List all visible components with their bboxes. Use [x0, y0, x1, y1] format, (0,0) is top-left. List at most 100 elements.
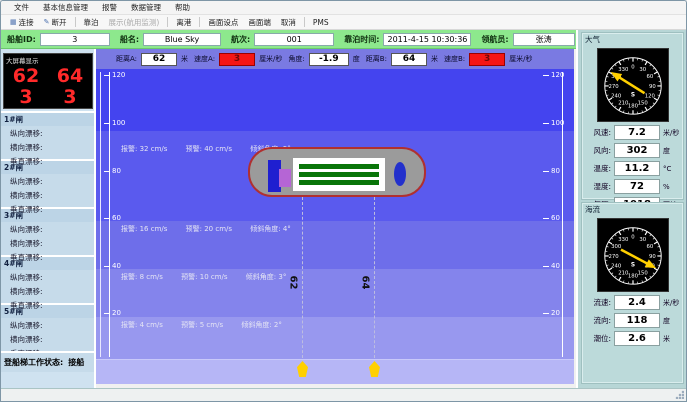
gangway-status-row: 登船梯工作状态: 接船 [1, 351, 94, 372]
toolbar-separator [75, 17, 76, 27]
zone-alarm: 报警: 4 cm/s [121, 321, 163, 329]
longitudinal-drift-label: 纵向漂移: [1, 318, 94, 332]
ship-name-field[interactable]: Blue Sky [143, 33, 221, 46]
humidity-value: 72 [614, 179, 660, 194]
longitudinal-drift-label: 纵向漂移: [1, 270, 94, 284]
svg-text:150: 150 [637, 101, 648, 107]
ship-id-field[interactable]: 3 [40, 33, 110, 46]
berth-time-field[interactable]: 2011-4-15 10:30:36 [383, 33, 471, 46]
current-direction-unit: 度 [663, 316, 670, 326]
speed-a-unit: 厘米/秒 [259, 54, 282, 64]
zone-thresholds-4: 报警: 4 cm/s 预警: 5 cm/s 倾斜角度: 2° [121, 320, 298, 330]
resize-grip[interactable] [675, 390, 684, 399]
section-title: 4#闸 [1, 257, 94, 270]
axis-tick: 60 [112, 214, 134, 222]
screen-edge-button[interactable]: 画面端 [243, 15, 276, 30]
display-speed-a: 3 [4, 87, 48, 108]
speed-b-label: 速度B: [444, 54, 465, 64]
cancel-button[interactable]: 取消 [276, 15, 301, 30]
current-direction-label: 流向: [584, 315, 611, 326]
pilot-field[interactable]: 张涛 [513, 33, 575, 46]
zone-warning: 预警: 10 cm/s [181, 273, 227, 281]
disconnect-icon: ✎ [44, 18, 50, 26]
zone-warning: 预警: 40 cm/s [186, 145, 232, 153]
ship-id-label: 船舶ID: [7, 34, 36, 45]
berth-button[interactable]: 靠泊 [79, 15, 104, 30]
zone-warning: 预警: 20 cm/s [186, 225, 232, 233]
pms-button[interactable]: PMS [308, 16, 334, 29]
humidity-label: 湿度: [584, 181, 611, 192]
wind-direction-label: 风向: [584, 145, 611, 156]
gangway-status-value: 接船 [68, 357, 84, 368]
berth-time-label: 靠泊时间: [344, 34, 379, 45]
humidity-unit: % [663, 183, 670, 191]
svg-text:210: 210 [618, 101, 629, 107]
section-title: 1#闸 [1, 113, 94, 126]
drift-section-5: 5#闸 纵向漂移: 横向漂移: 垂直漂移: [1, 303, 94, 351]
svg-text:0: 0 [631, 64, 635, 70]
disconnect-label: 断开 [52, 17, 67, 28]
sensor-line-a [302, 197, 303, 363]
berthing-chart-region: 距离A: 62 米 速度A: 3 厘米/秒 角度: -1.9 度 距离B: 64… [96, 49, 574, 384]
axis-tick: 100 [112, 119, 134, 127]
axis-tick: 40 [551, 262, 573, 270]
measurement-bar: 距离A: 62 米 速度A: 3 厘米/秒 角度: -1.9 度 距离B: 64… [96, 49, 574, 69]
svg-text:180: 180 [627, 103, 638, 109]
distance-a-value: 62 [141, 53, 177, 66]
svg-text:210: 210 [618, 271, 629, 277]
section-title: 5#闸 [1, 305, 94, 318]
drift-section-3: 3#闸 纵向漂移: 横向漂移: 垂直漂移: [1, 207, 94, 255]
svg-text:30: 30 [639, 237, 646, 243]
svg-text:60: 60 [646, 244, 653, 250]
disconnect-button[interactable]: ✎ 断开 [39, 15, 72, 30]
current-speed-unit: 米/秒 [663, 298, 679, 308]
menu-data[interactable]: 数据管理 [124, 1, 168, 14]
distance-b-unit: 米 [431, 54, 438, 64]
zone-thresholds-3: 报警: 8 cm/s 预警: 10 cm/s 倾斜角度: 3° [121, 272, 302, 282]
axis-tick: 80 [551, 167, 573, 175]
speed-a-value: 3 [219, 53, 255, 66]
wind-speed-unit: 米/秒 [663, 128, 679, 138]
wind-direction-gauge: 0306090120150180210240270300330S [597, 48, 669, 122]
svg-text:330: 330 [618, 237, 629, 243]
speed-b-value: 3 [469, 53, 505, 66]
menu-basic-info[interactable]: 基本信息管理 [36, 1, 95, 14]
zone-alarm: 报警: 16 cm/s [121, 225, 167, 233]
angle-label: 角度: [288, 54, 304, 64]
svg-text:90: 90 [649, 84, 656, 90]
toolbar-separator [167, 17, 168, 27]
current-direction-value: 118 [614, 313, 660, 328]
distance-marker-b: 64 [359, 276, 370, 290]
weather-title: 大气 [582, 33, 683, 46]
lateral-drift-label: 横向漂移: [1, 140, 94, 154]
svg-text:60: 60 [646, 74, 653, 80]
app-window: 文件 基本信息管理 报警 数据管理 帮助 ▦ 连接 ✎ 断开 靠泊 展示(航用监… [0, 0, 687, 402]
lateral-drift-label: 横向漂移: [1, 236, 94, 250]
menu-alarm[interactable]: 报警 [95, 1, 124, 14]
toolbar-separator [199, 17, 200, 27]
axis-tick: 20 [551, 309, 573, 317]
distance-a-label: 距离A: [116, 54, 137, 64]
distance-b-value: 64 [391, 53, 427, 66]
screen-setpoint-button[interactable]: 画面设点 [203, 15, 243, 30]
approach-plot: 120 100 80 60 40 20 120 100 80 60 40 20 … [96, 69, 574, 384]
svg-text:S: S [630, 93, 634, 99]
depart-button[interactable]: 离港 [171, 15, 196, 30]
zone-alarm: 报警: 32 cm/s [121, 145, 167, 153]
menu-file[interactable]: 文件 [7, 1, 36, 14]
menu-help[interactable]: 帮助 [168, 1, 197, 14]
longitudinal-drift-label: 纵向漂移: [1, 222, 94, 236]
menubar: 文件 基本信息管理 报警 数据管理 帮助 [1, 1, 686, 15]
ship-bow-feature [394, 162, 406, 186]
drift-section-2: 2#闸 纵向漂移: 横向漂移: 垂直漂移: [1, 159, 94, 207]
svg-text:150: 150 [637, 271, 648, 277]
angle-unit: 度 [353, 54, 360, 64]
axis-tick: 120 [112, 71, 134, 79]
sensor-line-b [374, 197, 375, 363]
section-title: 2#闸 [1, 161, 94, 174]
voyage-field[interactable]: 001 [254, 33, 334, 46]
svg-text:330: 330 [618, 67, 629, 73]
svg-text:240: 240 [611, 264, 622, 270]
svg-text:240: 240 [611, 94, 622, 100]
connect-button[interactable]: ▦ 连接 [5, 15, 39, 30]
